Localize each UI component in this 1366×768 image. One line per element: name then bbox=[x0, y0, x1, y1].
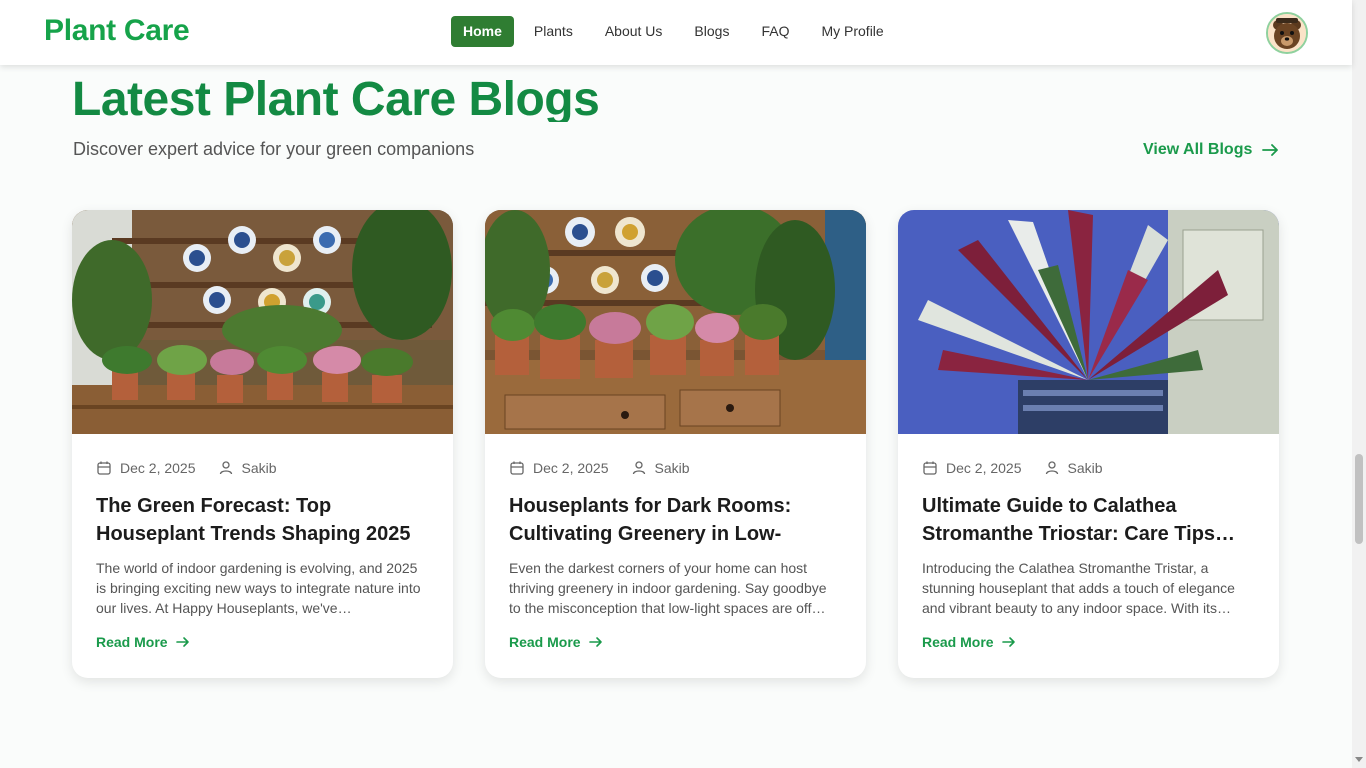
section-subtitle: Discover expert advice for your green co… bbox=[73, 139, 475, 159]
main-nav: Home Plants About Us Blogs FAQ My Profil… bbox=[451, 16, 900, 47]
blog-card-body: Dec 2, 2025 Sakib The Green Forecast: To… bbox=[72, 434, 453, 650]
blog-card-body: Dec 2, 2025 Sakib Ultimate Guide to Cala… bbox=[898, 434, 1279, 650]
nav-faq[interactable]: FAQ bbox=[745, 16, 805, 47]
read-more-label: Read More bbox=[509, 634, 581, 650]
nav-plants[interactable]: Plants bbox=[518, 16, 589, 47]
nav-my-profile[interactable]: My Profile bbox=[805, 16, 899, 47]
blog-excerpt: Even the darkest corners of your home ca… bbox=[509, 560, 827, 616]
nav-home[interactable]: Home bbox=[451, 16, 514, 47]
calendar-icon bbox=[97, 461, 111, 475]
blog-title[interactable]: Houseplants for Dark Rooms: Cultivating … bbox=[509, 492, 842, 548]
calendar-icon bbox=[923, 461, 937, 475]
blog-excerpt: Introducing the Calathea Stromanthe Tris… bbox=[922, 560, 1235, 616]
section-title: Latest Plant Care Blogs bbox=[72, 73, 600, 122]
calathea-stromanthe-photo bbox=[898, 210, 1279, 434]
view-all-label: View All Blogs bbox=[1143, 141, 1253, 158]
blog-author: Sakib bbox=[654, 460, 690, 476]
arrow-right-icon bbox=[175, 637, 189, 647]
arrow-right-icon bbox=[588, 637, 602, 647]
blog-date: Dec 2, 2025 bbox=[533, 460, 609, 476]
navbar: Plant Care Home Plants About Us Blogs FA… bbox=[0, 0, 1352, 65]
blog-meta: Dec 2, 2025 Sakib bbox=[922, 458, 1255, 478]
blog-card-body: Dec 2, 2025 Sakib Houseplants for Dark R… bbox=[485, 434, 866, 650]
blog-author: Sakib bbox=[241, 460, 277, 476]
read-more-label: Read More bbox=[96, 634, 168, 650]
read-more-label: Read More bbox=[922, 634, 994, 650]
nav-about-us[interactable]: About Us bbox=[589, 16, 679, 47]
blog-date: Dec 2, 2025 bbox=[120, 460, 196, 476]
site-logo[interactable]: Plant Care bbox=[44, 14, 190, 48]
user-avatar[interactable] bbox=[1266, 12, 1308, 54]
scrollbar-thumb[interactable] bbox=[1355, 454, 1363, 544]
calendar-icon bbox=[510, 461, 524, 475]
arrow-right-icon bbox=[1262, 144, 1279, 156]
blog-card[interactable]: Dec 2, 2025 Sakib The Green Forecast: To… bbox=[72, 210, 453, 678]
blog-card[interactable]: Dec 2, 2025 Sakib Houseplants for Dark R… bbox=[485, 210, 866, 678]
blog-meta: Dec 2, 2025 Sakib bbox=[96, 458, 429, 478]
blog-date: Dec 2, 2025 bbox=[946, 460, 1022, 476]
blog-title[interactable]: The Green Forecast: Top Houseplant Trend… bbox=[96, 492, 429, 548]
page-scrollbar[interactable] bbox=[1352, 0, 1366, 768]
blog-meta: Dec 2, 2025 Sakib bbox=[509, 458, 842, 478]
bear-avatar-icon bbox=[1268, 14, 1306, 52]
read-more-link[interactable]: Read More bbox=[922, 634, 1255, 650]
user-icon bbox=[1045, 461, 1058, 475]
scroll-down-arrow-icon[interactable] bbox=[1355, 757, 1363, 762]
view-all-blogs-link[interactable]: View All Blogs bbox=[1143, 141, 1280, 159]
read-more-link[interactable]: Read More bbox=[509, 634, 842, 650]
plants-on-dresser-photo bbox=[72, 210, 453, 434]
read-more-link[interactable]: Read More bbox=[96, 634, 429, 650]
nav-blogs[interactable]: Blogs bbox=[678, 16, 745, 47]
blog-title[interactable]: Ultimate Guide to Calathea Stromanthe Tr… bbox=[922, 492, 1255, 548]
user-icon bbox=[632, 461, 645, 475]
blog-card[interactable]: Dec 2, 2025 Sakib Ultimate Guide to Cala… bbox=[898, 210, 1279, 678]
user-icon bbox=[219, 461, 232, 475]
potted-plants-wooden-cabinet-photo bbox=[485, 210, 866, 434]
blog-author: Sakib bbox=[1067, 460, 1103, 476]
blog-excerpt: The world of indoor gardening is evolvin… bbox=[96, 560, 421, 616]
arrow-right-icon bbox=[1001, 637, 1015, 647]
